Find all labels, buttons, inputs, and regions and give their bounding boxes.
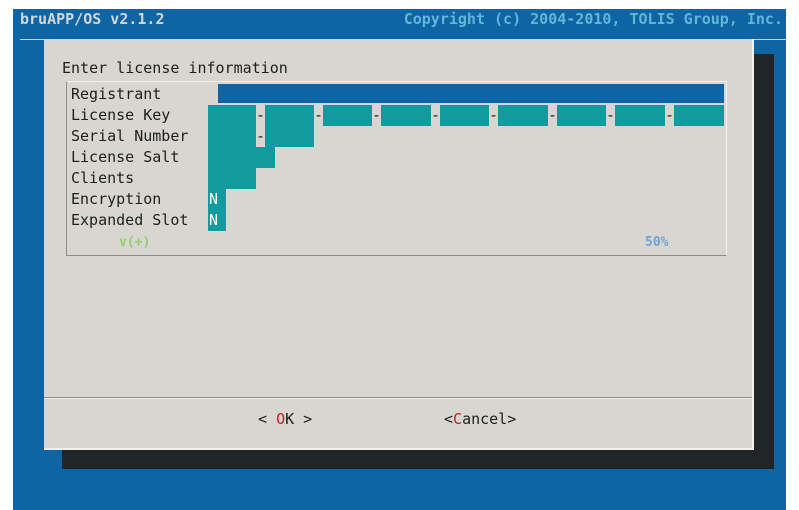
- license-key-segment[interactable]: [265, 105, 314, 126]
- copyright-text: Copyright (c) 2004-2010, TOLIS Group, In…: [403, 10, 783, 28]
- button-bar-divider-highlight: [44, 398, 752, 399]
- license-key-separator: -: [314, 105, 324, 126]
- license-key-segment[interactable]: [557, 105, 606, 126]
- clients-label: Clients: [71, 169, 135, 187]
- serial-number-segment[interactable]: [208, 126, 256, 147]
- ok-bracket-left: <: [258, 410, 277, 428]
- ok-hotkey: O: [276, 410, 286, 428]
- cancel-bracket-right: >: [507, 410, 517, 428]
- license-key-separator: -: [665, 105, 675, 126]
- license-key-separator: -: [489, 105, 499, 126]
- license-key-separator: -: [606, 105, 616, 126]
- terminal-screen: bruAPP/OS v2.1.2 Copyright (c) 2004-2010…: [13, 9, 786, 510]
- serial-number-separator: -: [256, 126, 266, 147]
- registrant-label: Registrant: [71, 85, 162, 103]
- license-key-label: License Key: [71, 106, 171, 124]
- ok-bracket-right: >: [294, 410, 313, 428]
- encryption-label: Encryption: [71, 190, 162, 208]
- license-key-separator: -: [256, 105, 266, 126]
- more-fields-indicator: v(+): [116, 235, 154, 251]
- scroll-percent: 50%: [642, 235, 672, 251]
- license-key-separator: -: [372, 105, 382, 126]
- license-dialog: Enter license information Registrant Lic…: [44, 39, 754, 450]
- expanded-slot-field[interactable]: N: [208, 210, 226, 231]
- license-form: Registrant License Key Serial Number Lic…: [66, 81, 727, 256]
- cancel-hotkey: C: [453, 410, 463, 428]
- license-key-segment[interactable]: [381, 105, 431, 126]
- cancel-label-rest: ancel: [462, 410, 508, 428]
- registrant-field[interactable]: [218, 84, 724, 103]
- expanded-slot-label: Expanded Slot: [71, 211, 189, 229]
- license-key-segment[interactable]: [323, 105, 372, 126]
- ok-label-rest: K: [285, 410, 295, 428]
- license-salt-label: License Salt: [71, 148, 180, 166]
- license-key-segment[interactable]: [498, 105, 548, 126]
- cancel-button[interactable]: <Cancel>: [444, 409, 516, 429]
- license-key-segment[interactable]: [615, 105, 665, 126]
- license-key-separator: -: [431, 105, 441, 126]
- encryption-field[interactable]: N: [208, 189, 226, 210]
- license-salt-field[interactable]: [208, 147, 275, 168]
- cancel-bracket-left: <: [444, 410, 454, 428]
- license-key-segment[interactable]: [208, 105, 256, 126]
- license-key-segment[interactable]: [440, 105, 489, 126]
- ok-button[interactable]: < OK >: [258, 409, 312, 429]
- clients-field[interactable]: [208, 168, 256, 189]
- app-title: bruAPP/OS v2.1.2: [20, 10, 165, 28]
- serial-number-label: Serial Number: [71, 127, 189, 145]
- license-key-separator: -: [548, 105, 558, 126]
- dialog-title: Enter license information: [62, 59, 288, 77]
- license-key-segment[interactable]: [674, 105, 724, 126]
- serial-number-segment[interactable]: [265, 126, 314, 147]
